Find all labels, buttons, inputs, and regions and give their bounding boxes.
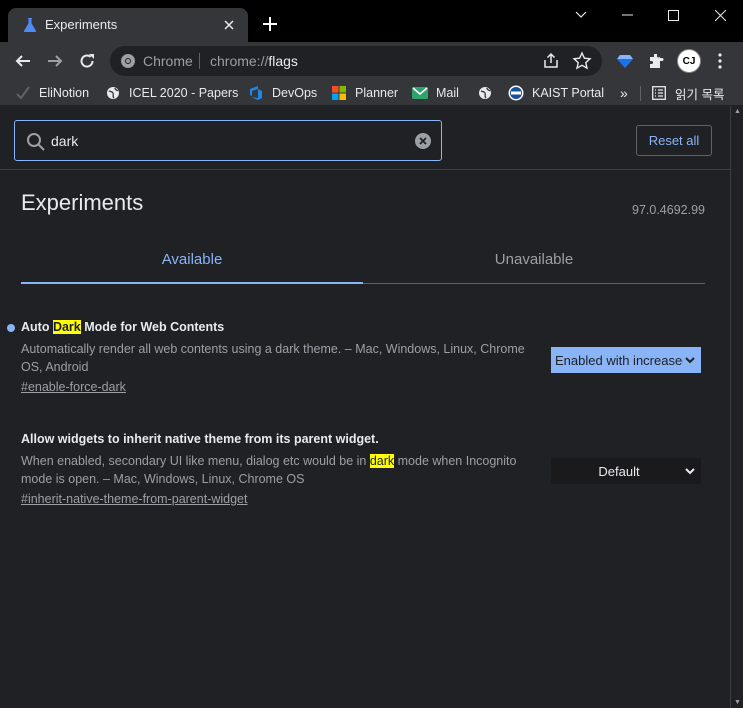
arrow-right-icon [48, 55, 63, 67]
profile-avatar[interactable]: CJ [677, 49, 701, 73]
reading-list-button[interactable]: 읽기 목록 [651, 84, 724, 102]
overflow-icon: » [620, 85, 628, 101]
extension-gem-button[interactable] [611, 47, 639, 75]
bookmark-globe[interactable] [477, 84, 501, 102]
flag-select-inherit-native-theme[interactable]: Default [551, 458, 701, 484]
flags-page: Reset all Experiments 97.0.4692.99 Avail… [0, 106, 730, 708]
omnibox-separator [199, 53, 200, 69]
share-icon[interactable] [542, 52, 560, 70]
bookmark-label: EliNotion [39, 86, 90, 100]
globe-icon [477, 85, 493, 101]
bookmark-kaist-portal[interactable]: KAIST Portal [508, 84, 604, 102]
flag-permalink[interactable]: #enable-force-dark [21, 380, 126, 394]
omnibox-prefix: Chrome [143, 53, 193, 69]
chevron-down-icon [575, 11, 587, 18]
tab-close-icon[interactable] [220, 16, 238, 34]
flag-description: Automatically render all web contents us… [21, 342, 525, 374]
devops-icon [248, 85, 264, 101]
close-icon [714, 9, 726, 21]
minimize-icon [621, 14, 633, 16]
page-title: Experiments [21, 190, 144, 215]
maximize-icon [667, 9, 679, 21]
scroll-up-arrow-icon[interactable]: ▲ [734, 108, 741, 115]
bookmark-label: KAIST Portal [532, 86, 605, 100]
tab-unavailable[interactable]: Unavailable [363, 234, 705, 284]
diamond-icon [617, 55, 633, 68]
search-highlight: Dark [52, 320, 81, 334]
bookmark-elinotion[interactable]: EliNotion [15, 84, 89, 102]
search-icon [27, 133, 45, 151]
bookmark-icel[interactable]: ICEL 2020 - Papers [105, 84, 238, 102]
page-scrollbar[interactable]: ▲ ▼ [730, 106, 743, 708]
flag-permalink[interactable]: #inherit-native-theme-from-parent-widget [21, 492, 247, 506]
chrome-icon[interactable] [120, 53, 136, 69]
bookmarks-bar: EliNotion ICEL 2020 - Papers DevOps Plan… [0, 80, 743, 106]
tab-available[interactable]: Available [21, 234, 363, 284]
chevron-down-icon [683, 353, 697, 367]
arrow-left-icon [15, 55, 30, 67]
reading-list-icon [651, 85, 667, 101]
minimize-button[interactable] [604, 0, 650, 30]
bookmark-label: ICEL 2020 - Papers [129, 86, 239, 100]
modified-indicator [7, 324, 15, 332]
browser-toolbar: Chrome chrome://flags CJ [0, 42, 743, 80]
bookmark-devops[interactable]: DevOps [248, 84, 317, 102]
back-button[interactable] [9, 47, 37, 75]
browser-tab-experiments[interactable]: Experiments [8, 8, 248, 42]
bookmark-mail[interactable]: Mail [412, 84, 459, 102]
tab-bar: Available Unavailable [21, 234, 705, 284]
flag-title: Auto Dark Mode for Web Contents [21, 320, 225, 334]
chevron-down-icon [683, 464, 697, 478]
bookmark-planner[interactable]: Planner [331, 84, 398, 102]
star-icon[interactable] [572, 51, 592, 71]
bookmark-divider [640, 86, 641, 101]
tab-search-button[interactable] [558, 0, 604, 30]
kebab-menu-icon [718, 53, 722, 69]
mail-icon [412, 85, 428, 101]
select-value: Default [598, 463, 640, 479]
globe-icon [105, 85, 121, 101]
address-bar[interactable]: Chrome chrome://flags [110, 46, 602, 76]
flag-select-enable-force-dark[interactable]: Enabled with increased contrast [551, 347, 701, 373]
version-label: 97.0.4692.99 [632, 203, 705, 217]
flask-icon [23, 18, 37, 32]
tab-strip: Experiments [0, 0, 743, 42]
new-tab-button[interactable] [260, 14, 280, 34]
microsoft-icon [331, 85, 347, 101]
scroll-down-arrow-icon[interactable]: ▼ [734, 699, 741, 706]
extensions-button[interactable] [642, 47, 670, 75]
kaist-icon [508, 85, 524, 101]
bookmark-label: Planner [355, 86, 399, 100]
bookmark-label: DevOps [272, 86, 318, 100]
forward-button[interactable] [41, 47, 69, 75]
reload-button[interactable] [73, 47, 101, 75]
search-box[interactable] [14, 120, 442, 161]
flag-title: Allow widgets to inherit native theme fr… [21, 432, 379, 446]
search-highlight: dark [369, 454, 395, 468]
clear-search-icon[interactable] [414, 132, 432, 150]
active-tab-indicator [21, 282, 363, 284]
search-input[interactable] [51, 130, 401, 152]
bookmarks-overflow-button[interactable]: » [620, 84, 628, 102]
close-window-button[interactable] [697, 0, 743, 30]
search-header: Reset all [0, 106, 730, 170]
plus-icon [263, 17, 277, 31]
tab-title: Experiments [45, 17, 118, 32]
menu-button[interactable] [706, 47, 734, 75]
puzzle-icon [650, 54, 664, 68]
reset-all-button[interactable]: Reset all [636, 125, 712, 156]
url-text[interactable]: chrome://flags [210, 53, 298, 69]
bookmark-label: 읽기 목록 [675, 87, 725, 102]
bookmark-label: Mail [436, 86, 459, 100]
select-value: Enabled with increased contrast [555, 352, 683, 368]
reload-icon [80, 54, 94, 68]
check-icon [15, 85, 31, 101]
flag-description: When enabled, secondary UI like menu, di… [21, 454, 517, 486]
maximize-button[interactable] [650, 0, 696, 30]
